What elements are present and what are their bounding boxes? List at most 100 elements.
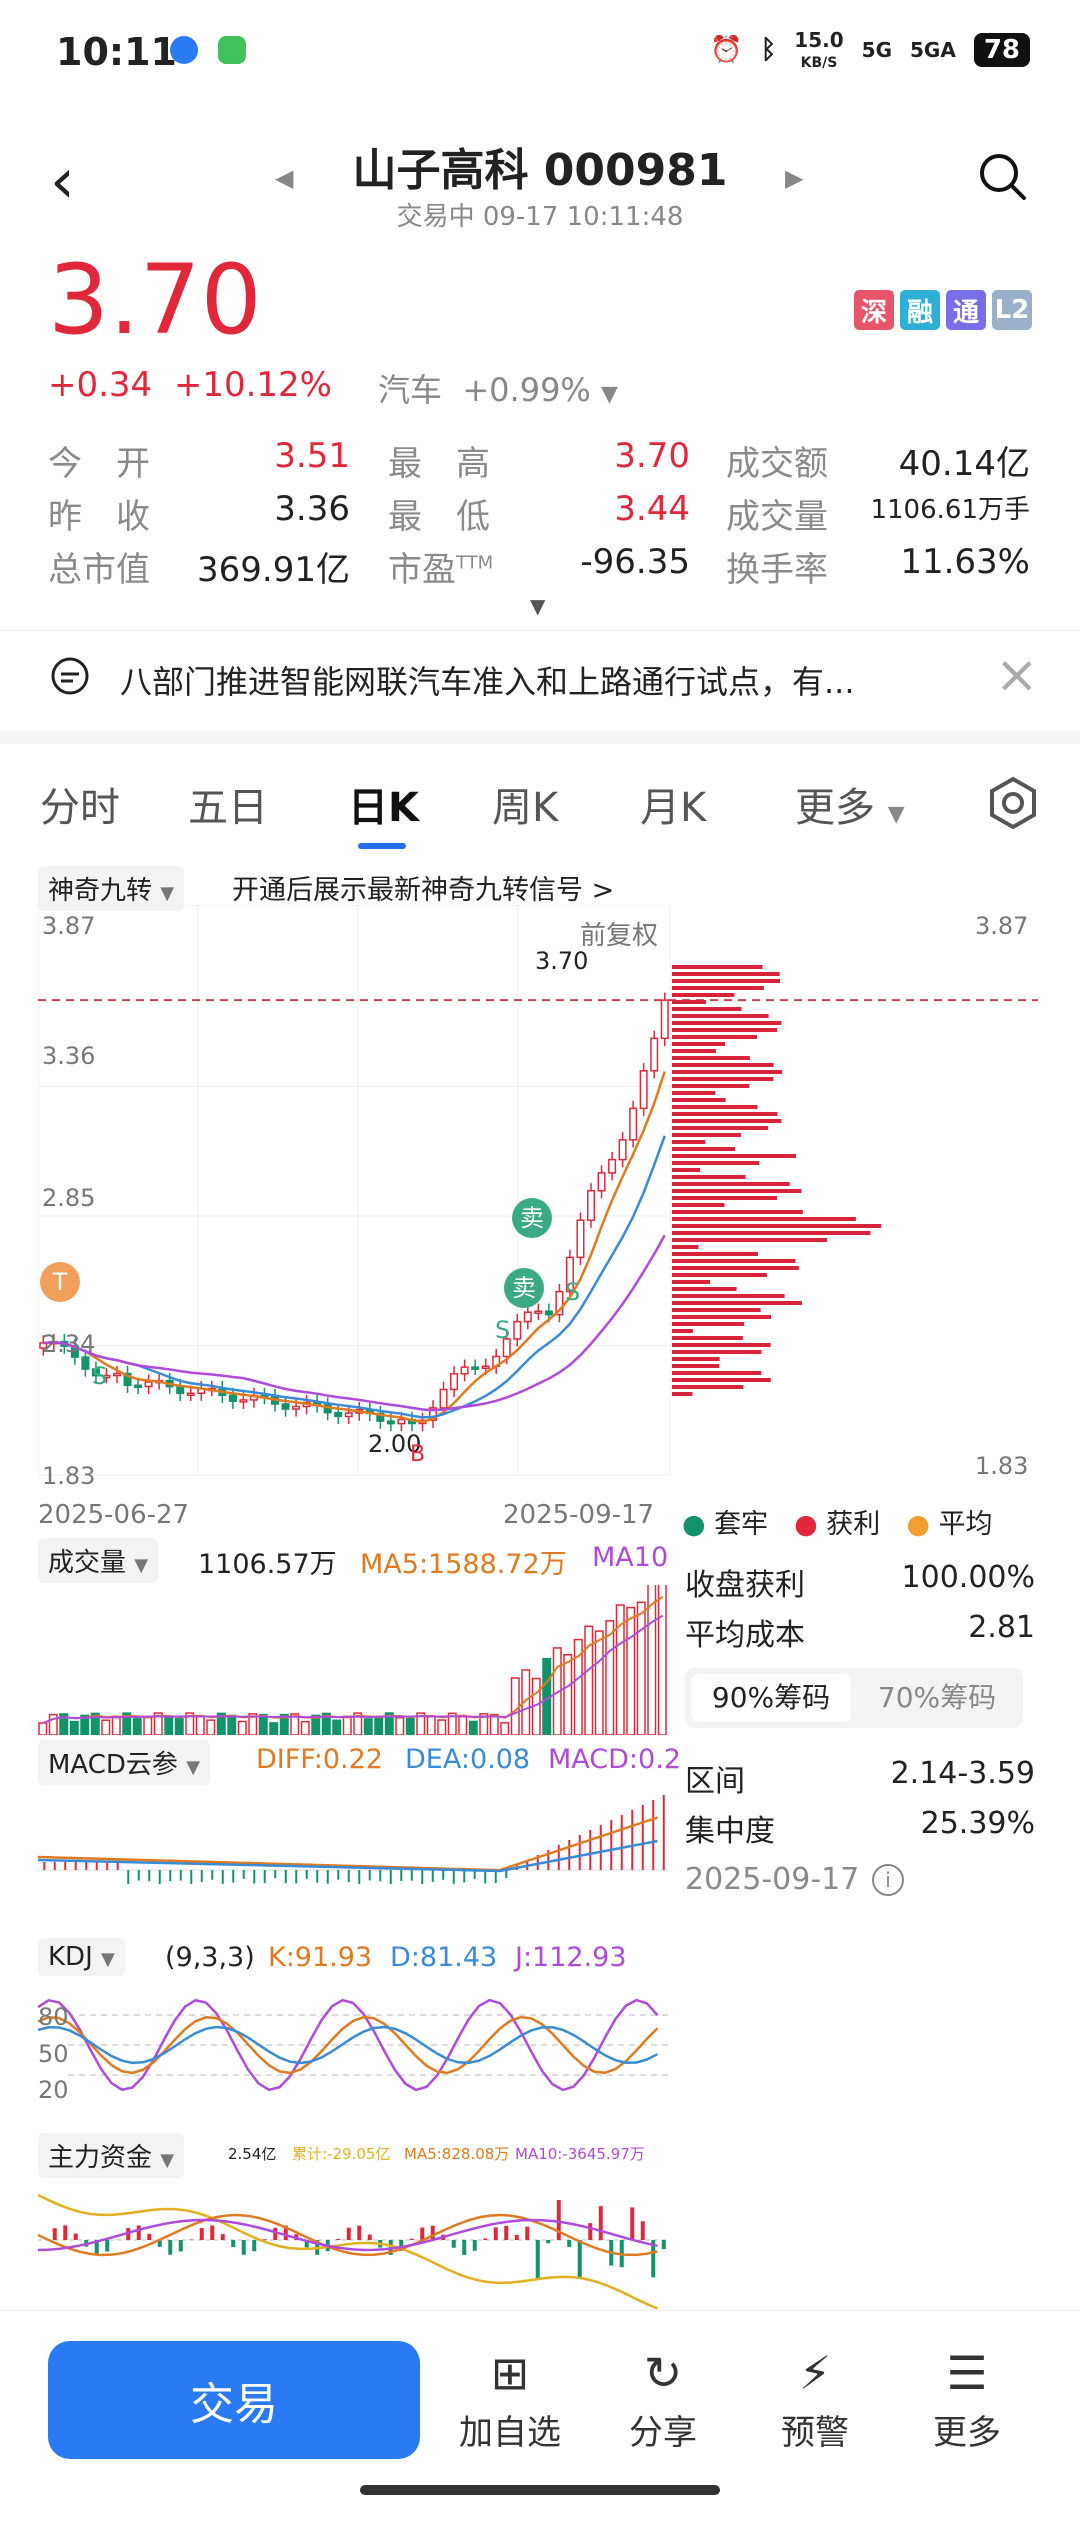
chip-bar: [672, 1168, 700, 1172]
macd-bar: [432, 1870, 434, 1882]
next-stock-icon[interactable]: ▶: [785, 164, 803, 192]
macd-bar: [85, 1862, 87, 1870]
chip-bar: [672, 1021, 781, 1025]
trade-button[interactable]: 交易: [48, 2341, 420, 2459]
chip-bar: [672, 1364, 719, 1368]
current-price: 3.70: [48, 252, 262, 348]
search-icon[interactable]: [976, 150, 1028, 202]
chip-bar: [672, 1273, 767, 1277]
chip-concentration-value: 25.39%: [921, 1806, 1035, 1841]
kdj-d: D:81.43: [390, 1942, 497, 1973]
tab-wuri[interactable]: 五日: [188, 775, 268, 833]
sector-change[interactable]: 汽车 +0.99% ▼: [378, 365, 618, 411]
volume-value: 1106.57万: [198, 1542, 337, 1581]
sell-signal-icon[interactable]: 卖: [504, 1268, 544, 1308]
stat-value: 3.44: [390, 489, 690, 529]
chip-bar: [672, 1175, 746, 1179]
news-text: 八部门推进智能网联汽车准入和上路通行试点，有...: [120, 657, 855, 703]
macd-bar: [211, 1870, 213, 1880]
moving-average-line: [43, 1071, 664, 1421]
indicator-promo[interactable]: 开通后展示最新神奇九转信号 >: [232, 868, 614, 907]
tab-chip-90[interactable]: 90%筹码: [691, 1674, 851, 1722]
signal-5ga-icon: 5GA: [910, 38, 956, 62]
macd-bar: [463, 1870, 465, 1882]
volume-chart: [38, 1585, 668, 1735]
chip-bar: [672, 1189, 801, 1193]
fund-bar: [105, 2240, 109, 2252]
fund-bar: [252, 2240, 256, 2251]
tab-day-k[interactable]: 日K: [348, 775, 419, 833]
kdj-select[interactable]: KDJ ▼: [38, 1938, 125, 1976]
fund-bar: [525, 2227, 529, 2240]
chip-bar: [672, 1126, 768, 1130]
volume-bar: [375, 1717, 383, 1735]
price-change: +0.34 +10.12%: [48, 365, 332, 405]
fq-label: 前复权: [580, 915, 658, 952]
chip-bar: [672, 1224, 881, 1228]
fund-bar: [420, 2228, 424, 2240]
fund-bar: [137, 2225, 141, 2240]
tab-chip-70[interactable]: 70%筹码: [857, 1674, 1017, 1722]
candle: [187, 1393, 194, 1395]
more-button[interactable]: ☰ 更多: [907, 2341, 1027, 2454]
chip-bar: [672, 1007, 742, 1011]
tab-month-k[interactable]: 月K: [640, 775, 706, 833]
candle: [461, 1367, 468, 1374]
fund-bar: [147, 2234, 151, 2240]
macd-bar: [442, 1870, 444, 1880]
expand-icon[interactable]: ▼: [530, 594, 545, 618]
candle: [630, 1108, 637, 1139]
macd-bar: [600, 1825, 602, 1870]
settings-icon[interactable]: [985, 775, 1041, 831]
volume-select[interactable]: 成交量 ▼: [38, 1538, 158, 1583]
chip-legend-item: ● 套牢: [682, 1502, 768, 1541]
stat-value: 40.14亿: [730, 436, 1030, 485]
volume-bar: [596, 1631, 604, 1735]
chip-tabs: 90%筹码 70%筹码: [685, 1668, 1023, 1728]
share-button[interactable]: ↻ 分享: [603, 2341, 723, 2454]
volume-bar: [270, 1723, 278, 1735]
fund-bar: [462, 2240, 466, 2255]
status-right: ⏰ ᛒ 15.0KB/S 5G 5GA 78: [710, 30, 1030, 70]
y-axis-top-right: 3.87: [975, 912, 1028, 940]
macd-bar: [421, 1870, 423, 1884]
news-banner[interactable]: 八部门推进智能网联汽车准入和上路通行试点，有... ×: [0, 630, 1080, 731]
period-tabs: 分时 五日 日K 周K 月K 更多 ▼: [0, 765, 1080, 855]
macd-bar: [127, 1870, 129, 1884]
chip-bar: [672, 1203, 724, 1207]
chip-bar: [672, 1119, 781, 1123]
alert-button[interactable]: ⚡ 预警: [755, 2341, 875, 2454]
fund-bar: [452, 2240, 456, 2248]
home-indicator[interactable]: [360, 2485, 720, 2495]
volume-bar: [71, 1722, 79, 1735]
t-signal-icon[interactable]: T: [40, 1262, 80, 1302]
fund-bar: [662, 2240, 666, 2249]
info-icon[interactable]: i: [872, 1864, 904, 1896]
chip-bar: [672, 1105, 758, 1109]
macd-select[interactable]: MACD云参 ▼: [38, 1740, 210, 1785]
chip-bar: [672, 1161, 759, 1165]
add-square-icon: ⊞: [450, 2341, 570, 2405]
date-start: 2025-06-27: [38, 1500, 189, 1530]
fund-select[interactable]: 主力资金 ▼: [38, 2133, 184, 2178]
status-bar: 10:11 ⏰ ᛒ 15.0KB/S 5G 5GA 78: [0, 0, 1080, 100]
stat-value: 1106.61万手: [730, 489, 1030, 526]
tab-more[interactable]: 更多 ▼: [795, 775, 905, 833]
close-icon[interactable]: ×: [995, 645, 1039, 705]
kline-chart[interactable]: [38, 905, 1038, 1490]
macd-dea-line: [38, 1841, 658, 1871]
tab-week-k[interactable]: 周K: [492, 775, 558, 833]
chip-cost-label: 平均成本: [685, 1610, 805, 1654]
tab-fenshi[interactable]: 分时: [40, 775, 120, 833]
macd-bar: [75, 1862, 77, 1870]
sell-signal-icon[interactable]: 卖: [512, 1198, 552, 1238]
share-icon: ↻: [603, 2341, 723, 2405]
chip-bar: [672, 1070, 782, 1074]
chip-bar: [672, 1049, 716, 1053]
volume-bar: [428, 1717, 436, 1735]
market-badge: L2: [992, 290, 1032, 330]
trade-status: 交易中 09-17 10:11:48: [0, 196, 1080, 233]
fund-chart: [38, 2175, 668, 2310]
candle: [472, 1367, 479, 1369]
add-watchlist-button[interactable]: ⊞ 加自选: [450, 2341, 570, 2454]
